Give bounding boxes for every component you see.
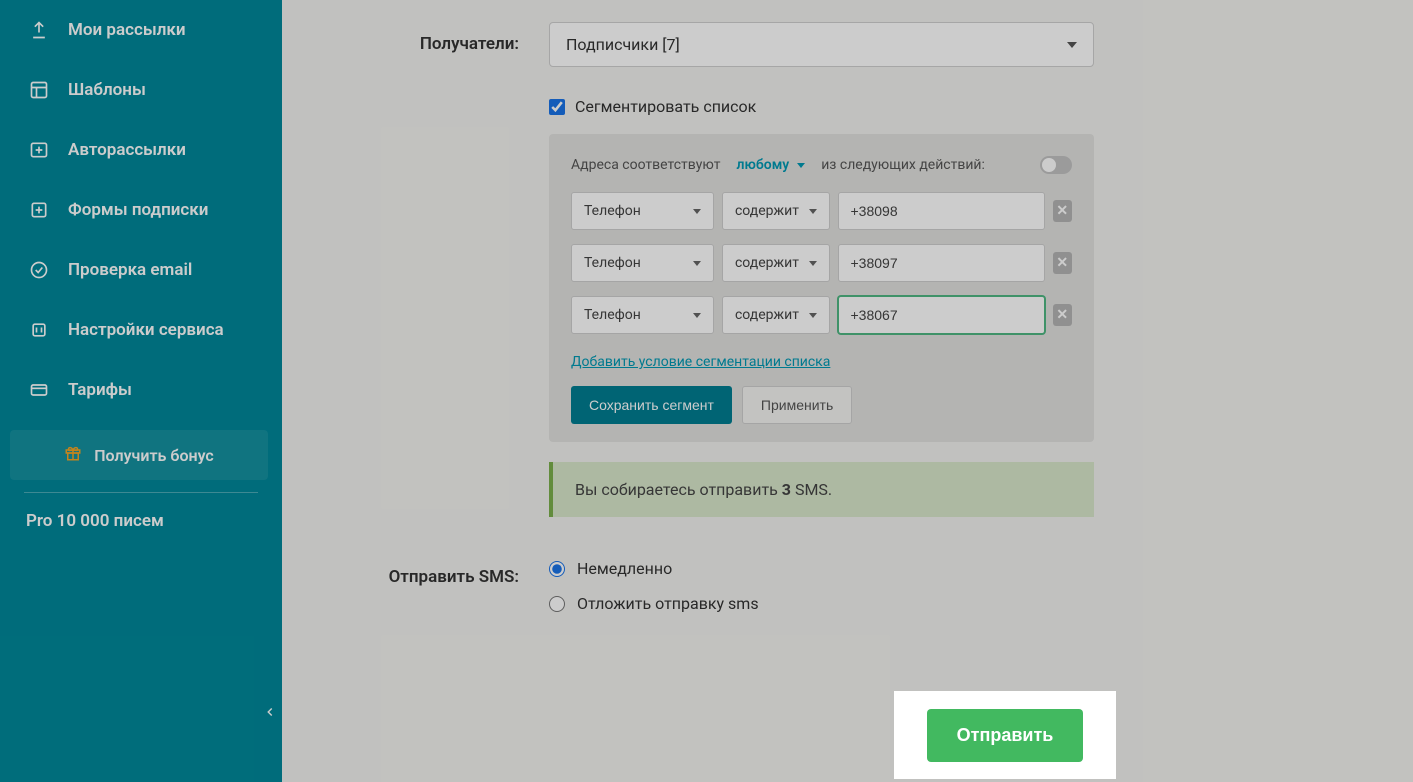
check-circle-icon: [28, 260, 50, 280]
send-button[interactable]: Отправить: [927, 709, 1084, 762]
condition-op-select[interactable]: содержит: [722, 296, 830, 334]
chevron-down-icon: [693, 261, 701, 266]
chevron-down-icon: [693, 313, 701, 318]
condition-value-input[interactable]: [838, 192, 1045, 230]
segment-toggle[interactable]: [1040, 156, 1072, 174]
recipients-dropdown[interactable]: Подписчики [7]: [549, 22, 1094, 67]
condition-row: Телефон содержит ✕: [571, 296, 1072, 334]
remove-condition-button[interactable]: ✕: [1053, 200, 1073, 222]
condition-value-input[interactable]: [838, 244, 1045, 282]
sidebar-item-pricing[interactable]: Тарифы: [0, 360, 282, 420]
condition-op-select[interactable]: содержит: [722, 244, 830, 282]
segment-panel: Адреса соответствуют любому из следующих…: [549, 134, 1094, 442]
automation-icon: [28, 140, 50, 160]
info-prefix: Вы собираетесь отправить: [575, 480, 782, 499]
chevron-down-icon: [797, 163, 805, 168]
sidebar-item-forms[interactable]: Формы подписки: [0, 180, 282, 240]
sidebar-item-label: Шаблоны: [68, 80, 146, 100]
radio-delay-input[interactable]: [549, 596, 565, 612]
plan-info: Pro 10 000 писем: [0, 505, 282, 537]
send-sms-label: Отправить SMS:: [324, 555, 549, 587]
cond-op-value: содержит: [735, 255, 799, 271]
chevron-down-icon: [809, 209, 817, 214]
sidebar: Мои рассылки Шаблоны Авторассылки Формы …: [0, 0, 282, 782]
get-bonus-button[interactable]: Получить бонус: [10, 430, 268, 480]
card-icon: [28, 380, 50, 400]
bonus-label: Получить бонус: [94, 446, 214, 465]
sidebar-item-automations[interactable]: Авторассылки: [0, 120, 282, 180]
sidebar-item-settings[interactable]: Настройки сервиса: [0, 300, 282, 360]
segment-prefix: Адреса соответствуют: [571, 157, 720, 173]
send-highlight-box: Отправить: [894, 691, 1116, 779]
sidebar-item-label: Настройки сервиса: [68, 320, 224, 340]
cond-op-value: содержит: [735, 203, 799, 219]
forms-icon: [28, 200, 50, 220]
sidebar-item-label: Мои рассылки: [68, 20, 186, 40]
info-suffix: SMS.: [791, 480, 832, 499]
radio-delay-label: Отложить отправку sms: [577, 594, 759, 613]
condition-row: Телефон содержит ✕: [571, 192, 1072, 230]
save-segment-button[interactable]: Сохранить сегмент: [571, 386, 732, 424]
cond-field-value: Телефон: [584, 255, 641, 271]
segment-checkbox[interactable]: [549, 99, 565, 115]
info-banner: Вы собираетесь отправить 3 SMS.: [549, 462, 1094, 517]
cond-field-value: Телефон: [584, 307, 641, 323]
settings-icon: [28, 320, 50, 340]
upload-icon: [28, 20, 50, 40]
info-count: 3: [782, 480, 791, 499]
chevron-down-icon: [1067, 42, 1077, 48]
dropdown-value: Подписчики [7]: [566, 35, 680, 54]
chevron-down-icon: [809, 261, 817, 266]
gift-icon: [64, 444, 82, 466]
segment-checkbox-label: Сегментировать список: [575, 97, 756, 116]
divider: [24, 492, 258, 493]
sidebar-item-label: Тарифы: [68, 380, 132, 400]
radio-send-now[interactable]: Немедленно: [549, 559, 1094, 578]
collapse-sidebar-button[interactable]: [258, 700, 282, 724]
radio-send-delay[interactable]: Отложить отправку sms: [549, 594, 1094, 613]
condition-op-select[interactable]: содержит: [722, 192, 830, 230]
chevron-down-icon: [809, 313, 817, 318]
condition-field-select[interactable]: Телефон: [571, 192, 714, 230]
sidebar-item-verify[interactable]: Проверка email: [0, 240, 282, 300]
add-condition-link[interactable]: Добавить условие сегментации списка: [571, 354, 830, 370]
match-mode-value: любому: [736, 157, 789, 173]
radio-now-label: Немедленно: [577, 559, 672, 578]
sidebar-item-label: Авторассылки: [68, 140, 186, 160]
remove-condition-button[interactable]: ✕: [1053, 304, 1073, 326]
sidebar-item-label: Формы подписки: [68, 200, 208, 220]
radio-now-input[interactable]: [549, 561, 565, 577]
templates-icon: [28, 80, 50, 100]
apply-segment-button[interactable]: Применить: [742, 386, 852, 424]
sidebar-item-label: Проверка email: [68, 260, 192, 280]
match-mode-select[interactable]: любому: [736, 157, 805, 173]
condition-field-select[interactable]: Телефон: [571, 296, 714, 334]
segment-suffix: из следующих действий:: [821, 157, 985, 173]
condition-row: Телефон содержит ✕: [571, 244, 1072, 282]
main-panel: Получатели: Подписчики [7] Сегментироват…: [282, 0, 1413, 782]
cond-field-value: Телефон: [584, 203, 641, 219]
condition-field-select[interactable]: Телефон: [571, 244, 714, 282]
chevron-down-icon: [693, 209, 701, 214]
recipients-label: Получатели:: [324, 22, 549, 54]
sidebar-item-campaigns[interactable]: Мои рассылки: [0, 0, 282, 60]
condition-value-input[interactable]: [838, 296, 1045, 334]
sidebar-item-templates[interactable]: Шаблоны: [0, 60, 282, 120]
remove-condition-button[interactable]: ✕: [1053, 252, 1073, 274]
cond-op-value: содержит: [735, 307, 799, 323]
